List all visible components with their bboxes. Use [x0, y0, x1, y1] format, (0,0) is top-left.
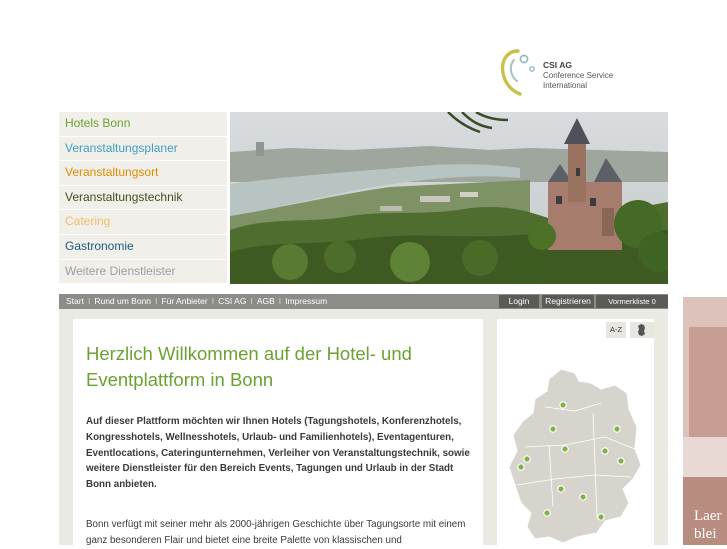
nav-link-agb[interactable]: AGB [257, 296, 275, 306]
login-button[interactable]: Login [499, 295, 539, 308]
nav-link-fuer-anbieter[interactable]: Für Anbieter [161, 296, 207, 306]
nav-item-weitere-dienstleister[interactable]: Weitere Dienstleister [59, 259, 227, 285]
nav-link-csi-ag[interactable]: CSI AG [218, 296, 246, 306]
nav-item-veranstaltungstechnik[interactable]: Veranstaltungstechnik [59, 185, 227, 211]
page-title: Herzlich Willkommen auf der Hotel- und E… [86, 343, 412, 390]
a-z-button[interactable]: A-Z [606, 322, 626, 338]
ad-text-line-1: Laer [694, 508, 722, 524]
side-advertisement[interactable]: Laer blei [683, 297, 727, 545]
logo-line-2: International [543, 81, 588, 90]
germany-silhouette-icon [638, 324, 645, 336]
nav-item-veranstaltungsplaner[interactable]: Veranstaltungsplaner [59, 136, 227, 162]
germany-map-panel [497, 319, 654, 545]
register-button[interactable]: Registrieren [542, 295, 594, 308]
hero-landscape-image [230, 112, 668, 284]
category-nav: Hotels Bonn Veranstaltungsplaner Veranst… [59, 112, 227, 285]
merkliste-button[interactable]: Vormerkliste 0 [596, 295, 668, 308]
nav-item-gastronomie[interactable]: Gastronomie [59, 234, 227, 260]
nav-item-catering[interactable]: Catering [59, 210, 227, 235]
nav-link-start[interactable]: Start [66, 296, 84, 306]
top-nav-bar: Start I Rund um Bonn I Für Anbieter I CSI AG I A… [59, 294, 668, 309]
main-content: Herzlich Willkommen auf der Hotel- und E… [73, 319, 483, 546]
nav-item-hotels-bonn[interactable]: Hotels Bonn [59, 112, 227, 137]
logo-brand: CSI AG [543, 60, 572, 70]
nav-item-veranstaltungsort[interactable]: Veranstaltungsort [59, 161, 227, 186]
nav-link-rund-um-bonn[interactable]: Rund um Bonn [94, 296, 151, 306]
csi-logo[interactable]: CSI AG Conference Service International [498, 46, 638, 98]
body-text: Bonn verfügt mit seiner mehr als 2000-jä… [86, 519, 466, 546]
intro-text: Auf dieser Plattform möchten wir Ihnen H… [86, 416, 470, 491]
csi-logo-mark-icon [500, 49, 535, 96]
nav-link-impressum[interactable]: Impressum [285, 296, 327, 306]
logo-line-1: Conference Service [543, 70, 614, 80]
germany-map[interactable] [505, 367, 647, 545]
germany-icon[interactable] [630, 322, 654, 338]
ad-text-line-2: blei [694, 526, 717, 542]
